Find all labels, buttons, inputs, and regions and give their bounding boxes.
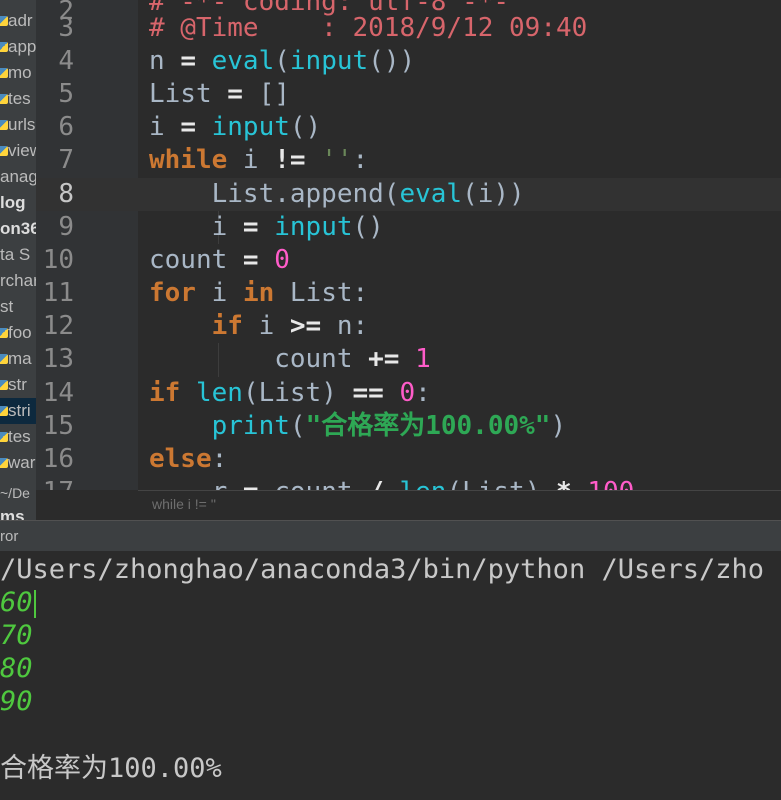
console-input-line: 60 — [0, 586, 36, 619]
tree-item[interactable]: app — [0, 34, 36, 60]
console-input-text: 60 — [0, 587, 33, 618]
code-line[interactable]: print("合格率为100.00%") — [149, 410, 566, 443]
tree-item[interactable]: view — [0, 138, 36, 164]
line-number: 6 — [58, 112, 74, 142]
project-tree[interactable]: adr app mo tes urls view anag log on36 t… — [0, 0, 36, 520]
python-file-icon — [0, 42, 8, 52]
tree-item[interactable]: rchar — [0, 268, 36, 294]
line-number: 17 — [42, 477, 74, 507]
line-number: 15 — [42, 411, 74, 441]
python-file-icon — [0, 68, 8, 78]
code-line[interactable]: i = input() — [149, 211, 384, 244]
line-number: 5 — [58, 79, 74, 109]
code-line[interactable]: for i in List: — [149, 277, 368, 310]
tree-item[interactable]: urls — [0, 112, 36, 138]
line-number: 7 — [58, 145, 74, 175]
tree-item[interactable]: anag — [0, 164, 36, 190]
tree-item[interactable]: foo — [0, 320, 36, 346]
line-number-current: 8 — [58, 179, 74, 209]
python-file-icon — [0, 328, 8, 338]
tree-item[interactable]: tes — [0, 424, 36, 450]
code-line[interactable]: List = [] — [149, 78, 290, 111]
code-line[interactable]: while i != '': — [149, 144, 368, 177]
console-output-line: 合格率为100.00% — [0, 753, 222, 784]
python-file-icon — [0, 380, 8, 390]
tree-item[interactable]: ms — [0, 504, 36, 520]
console-input-line: 70 — [0, 620, 33, 651]
line-number: 13 — [42, 344, 74, 374]
line-number: 16 — [42, 444, 74, 474]
python-file-icon — [0, 354, 8, 364]
code-line[interactable]: i = input() — [149, 111, 321, 144]
line-number: 11 — [42, 278, 74, 308]
line-number: 3 — [58, 13, 74, 43]
python-file-icon — [0, 458, 8, 468]
console-command: /Users/zhonghao/anaconda3/bin/python /Us… — [0, 554, 765, 585]
python-file-icon — [0, 146, 8, 156]
tree-item[interactable]: tes — [0, 86, 36, 112]
line-number: 9 — [58, 212, 74, 242]
run-panel-header: ror — [0, 520, 781, 552]
text-cursor — [33, 589, 36, 618]
breadcrumb[interactable]: while i != '' — [138, 490, 781, 520]
code-line[interactable]: else: — [149, 443, 227, 476]
code-line-current[interactable]: List.append(eval(i)) — [149, 178, 525, 211]
code-line[interactable]: if i >= n: — [149, 310, 369, 343]
tree-item[interactable]: war — [0, 450, 36, 476]
breadcrumb-item[interactable]: while i != '' — [152, 496, 216, 512]
tree-item[interactable]: ma — [0, 346, 36, 372]
line-number: 4 — [58, 46, 74, 76]
run-tab[interactable]: ror — [0, 528, 18, 545]
python-file-icon — [0, 94, 8, 104]
tree-item[interactable]: str — [0, 372, 36, 398]
code-line[interactable]: if len(List) == 0: — [149, 377, 431, 410]
python-file-icon — [0, 16, 8, 26]
tree-item[interactable]: on36 — [0, 216, 36, 242]
console-input-line: 90 — [0, 686, 33, 717]
code-line[interactable]: # @Time : 2018/9/12 09:40 — [149, 12, 587, 45]
console-input-line: 80 — [0, 653, 33, 684]
python-file-icon — [0, 406, 8, 416]
tree-item[interactable]: ta S — [0, 242, 36, 268]
tree-item[interactable]: adr — [0, 8, 36, 34]
python-file-icon — [0, 120, 8, 130]
code-line[interactable]: count = 0 — [149, 244, 290, 277]
tree-item[interactable]: st — [0, 294, 36, 320]
code-line[interactable]: n = eval(input()) — [149, 45, 415, 78]
tree-item[interactable]: log — [0, 190, 36, 216]
run-console[interactable]: /Users/zhonghao/anaconda3/bin/python /Us… — [0, 552, 781, 800]
code-line[interactable]: count += 1 — [149, 343, 431, 376]
tree-item[interactable]: mo — [0, 60, 36, 86]
tree-item-selected[interactable]: stri — [0, 398, 36, 424]
python-file-icon — [0, 432, 8, 442]
line-number: 14 — [42, 378, 74, 408]
line-number: 10 — [42, 245, 74, 275]
tree-item[interactable]: ~/De — [0, 480, 36, 506]
line-number: 12 — [42, 311, 74, 341]
